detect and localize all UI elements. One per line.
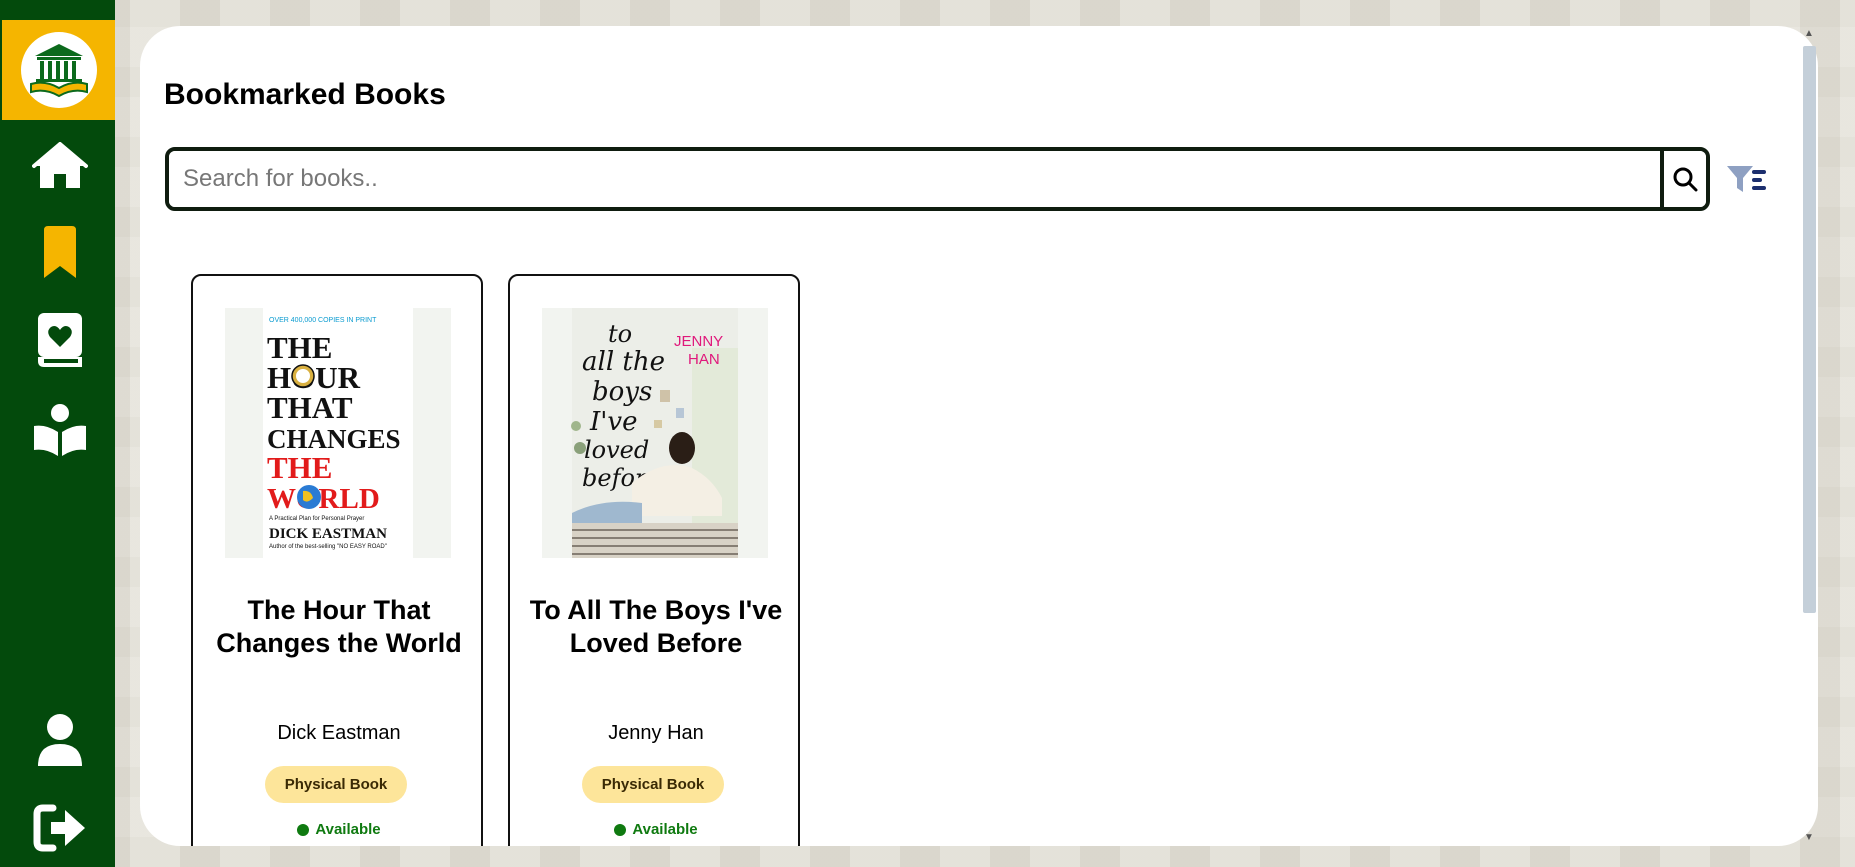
library-book-logo-icon (20, 32, 97, 108)
status-label: Available (632, 821, 698, 838)
svg-text:Author of the best-selling "NO: Author of the best-selling "NO EASY ROAD… (269, 544, 387, 550)
svg-text:loved: loved (584, 436, 649, 464)
svg-text:THAT: THAT (267, 390, 353, 425)
favorite-book-icon[interactable] (32, 312, 88, 368)
scroll-down-icon[interactable]: ▼ (1804, 832, 1814, 844)
filter-list-icon (1727, 166, 1766, 192)
svg-text:boys: boys (592, 377, 652, 407)
search-button[interactable] (1660, 151, 1706, 207)
svg-text:A Practical Plan for Personal: A Practical Plan for Personal Prayer (269, 516, 364, 522)
search-icon (1673, 167, 1698, 192)
svg-text:to: to (608, 320, 632, 348)
availability-status: Available (203, 821, 475, 838)
cover-top-note: OVER 400,000 COPIES IN PRINT (269, 317, 377, 324)
status-dot-icon (297, 823, 310, 836)
book-cover: to all the boys I've loved before JENNY … (542, 308, 768, 558)
reader-icon[interactable] (32, 402, 88, 458)
svg-text:all the: all the (582, 347, 665, 377)
book-card[interactable]: OVER 400,000 COPIES IN PRINT THE HOUR TH… (191, 274, 483, 846)
svg-text:THE: THE (267, 450, 332, 485)
page-title: Bookmarked Books (164, 78, 446, 111)
search-bar (165, 147, 1710, 211)
scroll-up-icon[interactable]: ▲ (1804, 28, 1814, 40)
svg-text:HAN: HAN (688, 351, 720, 368)
svg-text:JENNY: JENNY (674, 333, 723, 350)
sidebar (0, 0, 115, 867)
svg-text:WORLD: WORLD (267, 483, 380, 515)
book-author: Jenny Han (608, 722, 704, 744)
bookmark-icon[interactable] (32, 224, 88, 280)
main-panel: Bookmarked Books OVER 400,000 COPIES IN … (140, 26, 1818, 846)
filter-button[interactable] (1724, 160, 1770, 200)
home-icon[interactable] (32, 138, 88, 194)
format-badge: Physical Book (582, 766, 724, 803)
format-badge: Physical Book (265, 766, 407, 803)
scroll-thumb[interactable] (1803, 46, 1816, 613)
book-card[interactable]: to all the boys I've loved before JENNY … (508, 274, 800, 846)
svg-text:DICK EASTMAN: DICK EASTMAN (269, 526, 387, 542)
availability-status: Available (520, 821, 792, 838)
svg-text:I've: I've (589, 407, 638, 437)
book-cover: OVER 400,000 COPIES IN PRINT THE HOUR TH… (225, 308, 451, 558)
user-icon[interactable] (32, 712, 88, 768)
status-dot-icon (614, 823, 627, 836)
book-title[interactable]: The Hour That Changes the World (203, 594, 475, 660)
search-input[interactable] (169, 151, 1660, 207)
book-author: Dick Eastman (277, 722, 401, 744)
app-logo[interactable] (2, 20, 115, 120)
book-title[interactable]: To All The Boys I've Loved Before (520, 594, 792, 660)
status-label: Available (315, 821, 381, 838)
vertical-scrollbar[interactable]: ▲ ▼ (1800, 26, 1818, 846)
logout-icon[interactable] (32, 800, 88, 856)
